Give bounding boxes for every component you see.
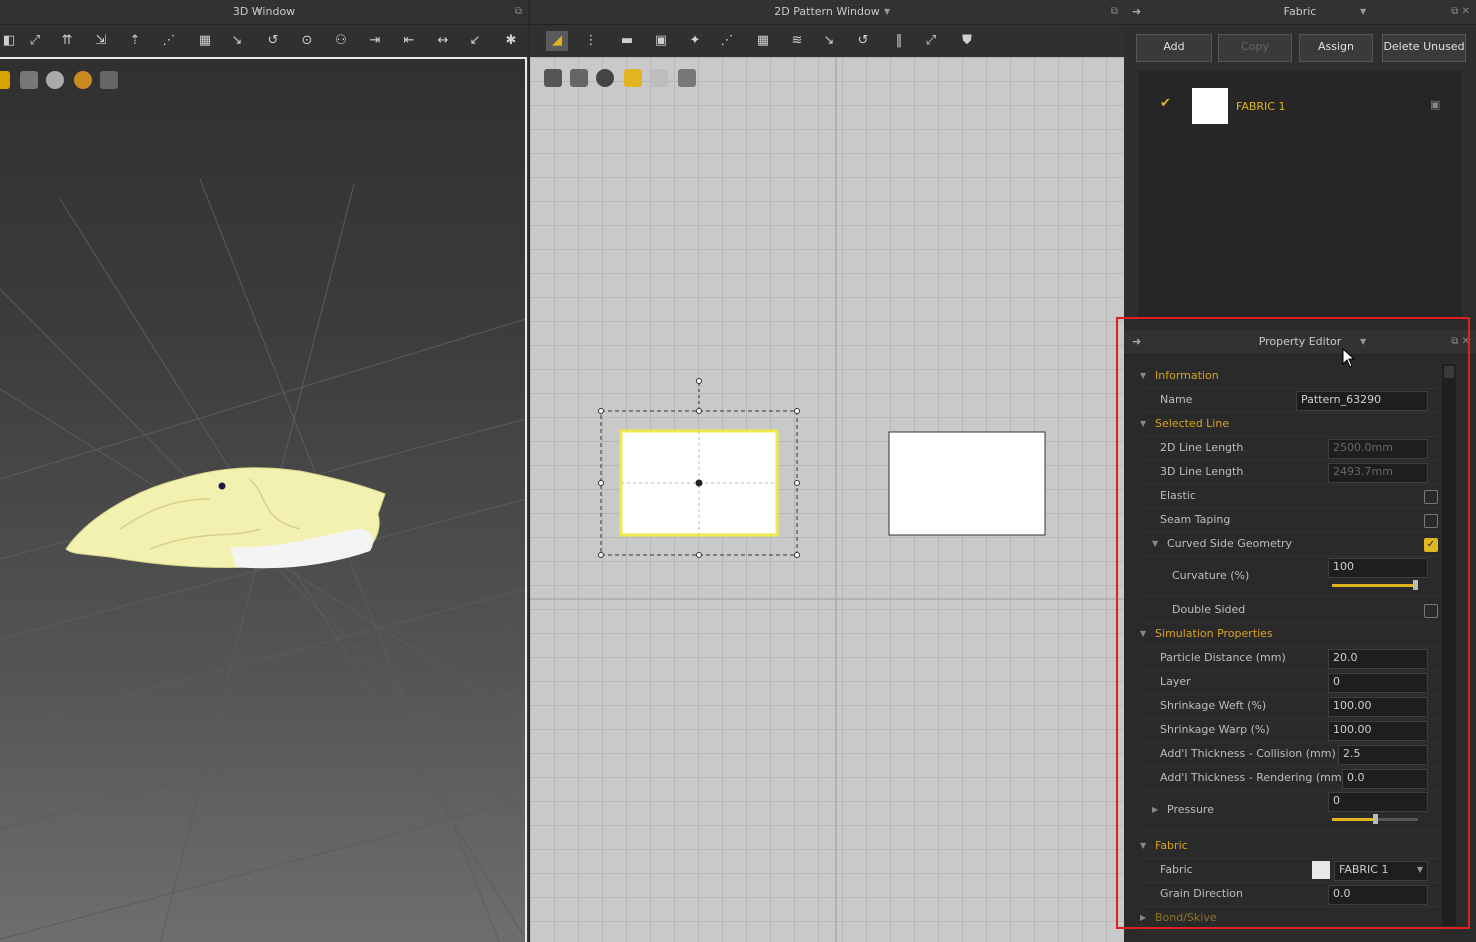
tack-icon[interactable]: ↺ xyxy=(264,33,282,49)
2d-pattern-scene xyxy=(530,57,1124,942)
edit-point-icon[interactable]: ⋮ xyxy=(580,31,602,51)
fabric-panel: ➜ Fabric ▼ ⧉ ✕ Add Copy Assign Delete Un… xyxy=(1124,0,1476,320)
2d-pattern-window: 2D Pattern Window ▼ ⧉ ◢ ⋮ ▬ ▣ ✦ ⋰ ▦ ≋ ↘ … xyxy=(530,0,1124,942)
chevron-down-icon[interactable]: ▼ xyxy=(256,0,262,24)
dart-icon[interactable]: ✦ xyxy=(684,31,706,51)
chevron-down-icon[interactable]: ▼ xyxy=(884,0,890,24)
pattern-piece[interactable] xyxy=(888,431,1046,536)
popout-icon[interactable]: ⧉ xyxy=(1111,0,1118,24)
popout-icon[interactable]: ⧉ xyxy=(515,0,522,24)
3d-toolbar: ◧ ⤢ ⇈ ⇲ ⇡ ⋰ ▦ ↘ ↺ ⊙ ⚇ ⇥ ⇤ ↔ ↙ ✱ xyxy=(0,25,528,58)
3d-scene xyxy=(0,178,525,942)
pin-icon[interactable]: ⤢ xyxy=(26,33,44,49)
2d-window-titlebar: 2D Pattern Window ▼ ⧉ xyxy=(530,0,1124,25)
selected-pattern[interactable] xyxy=(598,378,800,558)
sew-icon[interactable]: ↘ xyxy=(228,33,246,49)
select-mesh-icon[interactable]: ◧ xyxy=(0,33,18,49)
fabric-item-name: FABRIC 1 xyxy=(1236,100,1286,113)
2d-window-title: 2D Pattern Window xyxy=(774,5,880,18)
3d-viewport[interactable] xyxy=(0,57,527,942)
avatar-pose-icon[interactable]: ✱ xyxy=(502,33,520,49)
segment-sew-icon[interactable]: ⋰ xyxy=(716,31,738,51)
delete-unused-button[interactable]: Delete Unused xyxy=(1382,34,1466,62)
cloth-mesh xyxy=(65,467,386,569)
internal-rect-icon[interactable]: ▣ xyxy=(650,31,672,51)
fabric-options-icon[interactable]: ▣ xyxy=(1430,98,1440,111)
3d-window-titlebar: 3D Window ▼ ⧉ xyxy=(0,0,528,25)
2d-toolbar: ◢ ⋮ ▬ ▣ ✦ ⋰ ▦ ≋ ↘ ↺ ‖ ⤢ ⛊ xyxy=(530,25,1124,58)
2d-canvas[interactable] xyxy=(530,57,1124,942)
pin-add-icon[interactable]: ⊙ xyxy=(298,33,316,49)
add-button[interactable]: Add xyxy=(1136,34,1212,62)
grid-icon[interactable]: ▦ xyxy=(752,31,774,51)
line-icon[interactable]: ⤢ xyxy=(920,31,942,51)
fabric-swatch xyxy=(1192,88,1228,124)
fabric-list: ✔ FABRIC 1 ▣ xyxy=(1138,70,1462,320)
fabric-title: Fabric xyxy=(1283,5,1317,18)
arrange-icon[interactable]: ⇈ xyxy=(58,33,76,49)
pleat-icon[interactable]: ‖ xyxy=(888,31,910,51)
button-icon[interactable]: ⚇ xyxy=(332,33,350,49)
grid-icon[interactable]: ▦ xyxy=(196,33,214,49)
assign-button[interactable]: Assign xyxy=(1299,34,1373,62)
3d-window-title: 3D Window xyxy=(232,5,296,18)
fabric-list-item[interactable]: ✔ FABRIC 1 ▣ xyxy=(1138,86,1462,126)
fold-icon[interactable]: ⇡ xyxy=(126,33,144,49)
fabric-titlebar: ➜ Fabric ▼ ⧉ ✕ xyxy=(1124,0,1476,25)
chevron-down-icon[interactable]: ▼ xyxy=(1360,0,1366,24)
tack-icon[interactable]: ↺ xyxy=(852,31,874,51)
rectangle-icon[interactable]: ▬ xyxy=(616,31,638,51)
fold-icon[interactable]: ≋ xyxy=(786,31,808,51)
highlight-box xyxy=(1116,317,1470,929)
move-icon[interactable]: ⇲ xyxy=(92,33,110,49)
sew-icon[interactable]: ↘ xyxy=(818,31,840,51)
garment-icon[interactable]: ⛊ xyxy=(956,31,978,51)
segment-icon[interactable]: ⋰ xyxy=(160,33,178,49)
3d-window: 3D Window ▼ ⧉ ◧ ⤢ ⇈ ⇲ ⇡ ⋰ ▦ ↘ ↺ ⊙ ⚇ ⇥ ⇤ … xyxy=(0,0,528,942)
transform-pattern-icon[interactable]: ◢ xyxy=(546,31,568,51)
popout-icon[interactable]: ⧉ ✕ xyxy=(1451,0,1470,24)
arrow-right-icon[interactable]: ➜ xyxy=(1132,0,1141,24)
measure-icon[interactable]: ↔ xyxy=(434,33,452,49)
zipper-icon[interactable]: ⇥ xyxy=(366,33,384,49)
elastic-icon[interactable]: ⇤ xyxy=(400,33,418,49)
copy-button: Copy xyxy=(1218,34,1292,62)
tape-icon[interactable]: ↙ xyxy=(466,33,484,49)
checkmark-icon: ✔ xyxy=(1160,96,1171,111)
